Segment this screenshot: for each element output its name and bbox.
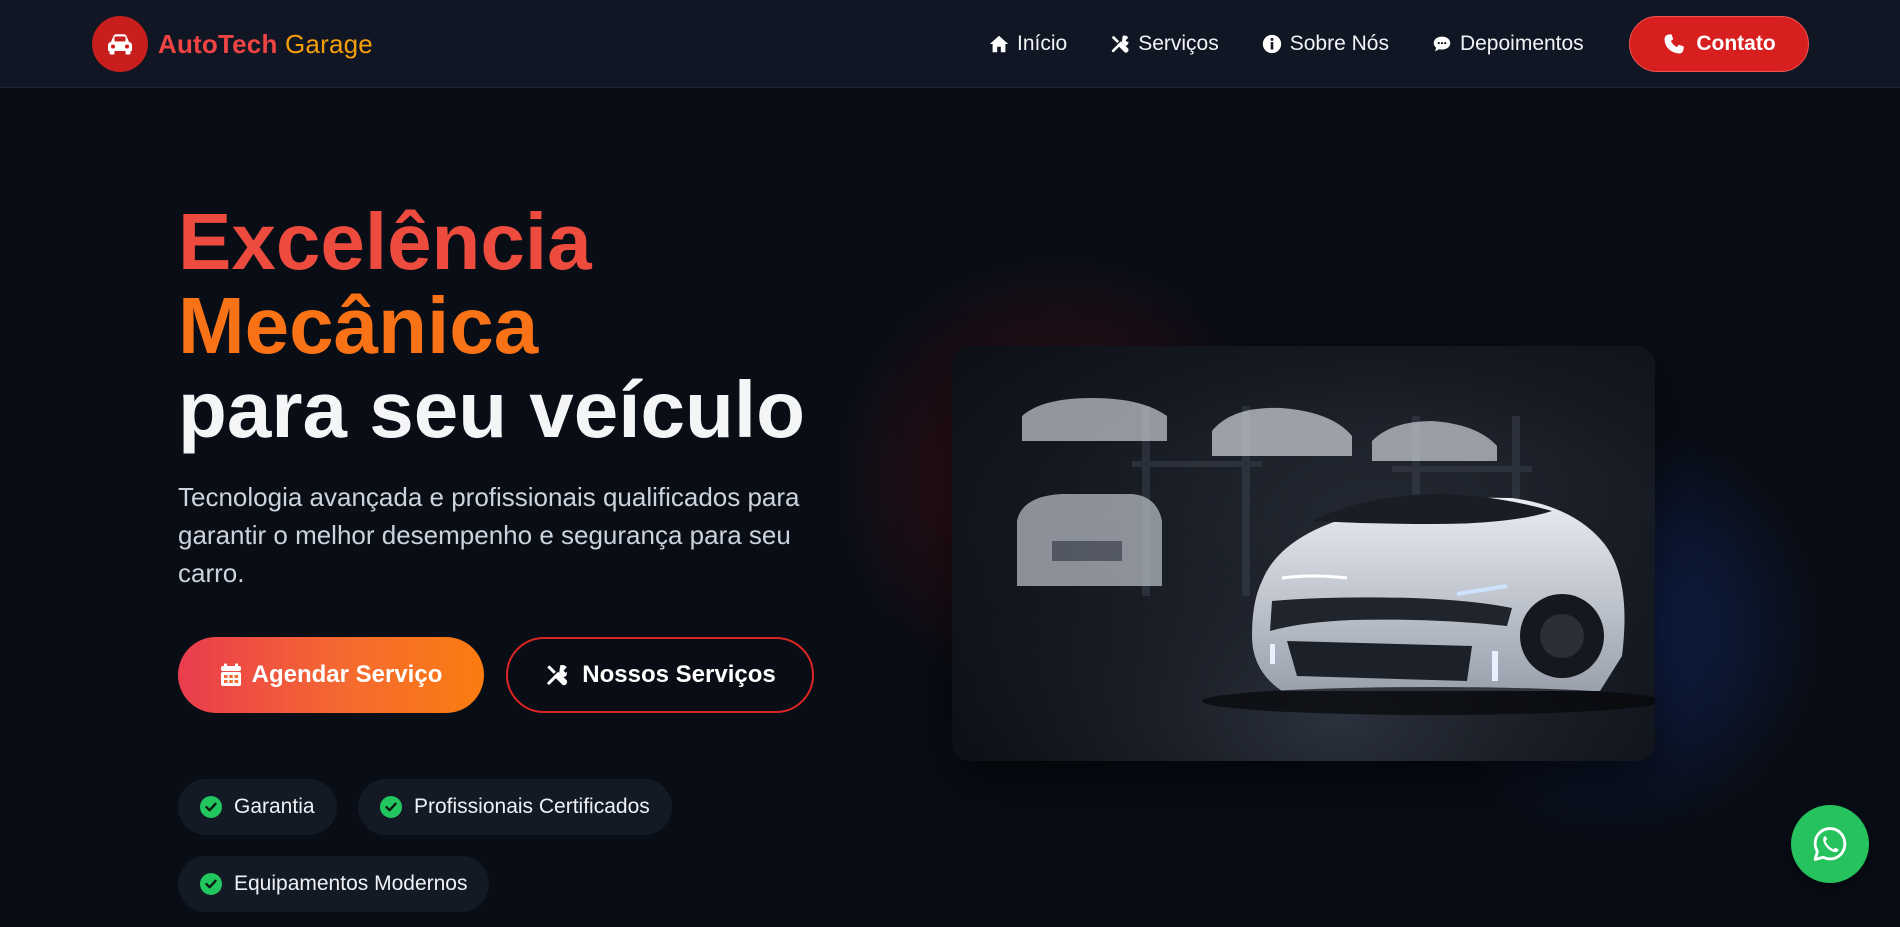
- nav-label: Início: [1017, 32, 1068, 55]
- tools-icon: [1111, 35, 1129, 53]
- our-services-button[interactable]: Nossos Serviços: [506, 637, 814, 713]
- our-services-label: Nossos Serviços: [582, 661, 776, 688]
- schedule-service-button[interactable]: Agendar Serviço: [178, 637, 484, 713]
- feature-badge-profissionais: Profissionais Certificados: [358, 779, 672, 835]
- whatsapp-icon: [1813, 827, 1847, 861]
- info-icon: [1262, 34, 1281, 54]
- check-circle-icon: [200, 796, 222, 818]
- phone-icon: [1664, 34, 1685, 54]
- nav-link-depoimentos[interactable]: Depoimentos: [1431, 26, 1584, 62]
- feature-label: Garantia: [234, 795, 315, 818]
- hero-title-line-1: Excelência: [178, 197, 592, 286]
- brand-subtitle: Garage: [285, 28, 373, 59]
- feature-label: Profissionais Certificados: [414, 795, 650, 818]
- feature-badge-garantia: Garantia: [178, 779, 337, 835]
- home-icon: [989, 35, 1009, 53]
- schedule-service-label: Agendar Serviço: [251, 661, 443, 688]
- brand-name: AutoTech Garage: [158, 29, 373, 60]
- nav-link-inicio[interactable]: Início: [988, 26, 1067, 62]
- check-circle-icon: [380, 796, 402, 818]
- feature-badge-equipamentos: Equipamentos Modernos: [178, 856, 490, 912]
- car-icon: [92, 16, 148, 72]
- hero-subtitle: Tecnologia avançada e profissionais qual…: [178, 482, 800, 588]
- tools-icon: [547, 664, 568, 686]
- hero-car-image: [952, 346, 1655, 761]
- brand-logo[interactable]: AutoTech Garage: [92, 16, 373, 72]
- calendar-icon: [220, 663, 241, 686]
- hero-title-line-2: Mecânica: [178, 281, 539, 370]
- hero-title-line-3: para seu veículo: [178, 365, 805, 454]
- whatsapp-button[interactable]: [1791, 805, 1869, 883]
- nav-link-servicos[interactable]: Serviços: [1109, 26, 1219, 62]
- nav-label: Depoimentos: [1459, 32, 1584, 55]
- feature-label: Equipamentos Modernos: [234, 872, 468, 895]
- contact-button[interactable]: Contato: [1629, 16, 1809, 72]
- contact-label: Contato: [1696, 32, 1776, 55]
- hero-title: Excelência Mecânica para seu veículo: [178, 200, 805, 452]
- nav-link-sobre[interactable]: Sobre Nós: [1261, 26, 1389, 62]
- nav-label: Sobre Nós: [1289, 32, 1389, 55]
- main-nav: Início Serviços Sobre Nós Depoimentos: [988, 26, 1626, 62]
- navbar: AutoTech Garage Início Serviços Sobre Nó…: [0, 0, 1900, 88]
- brand-title: AutoTech: [158, 28, 278, 59]
- check-circle-icon: [200, 873, 222, 895]
- comment-icon: [1433, 36, 1451, 52]
- nav-label: Serviços: [1138, 32, 1219, 55]
